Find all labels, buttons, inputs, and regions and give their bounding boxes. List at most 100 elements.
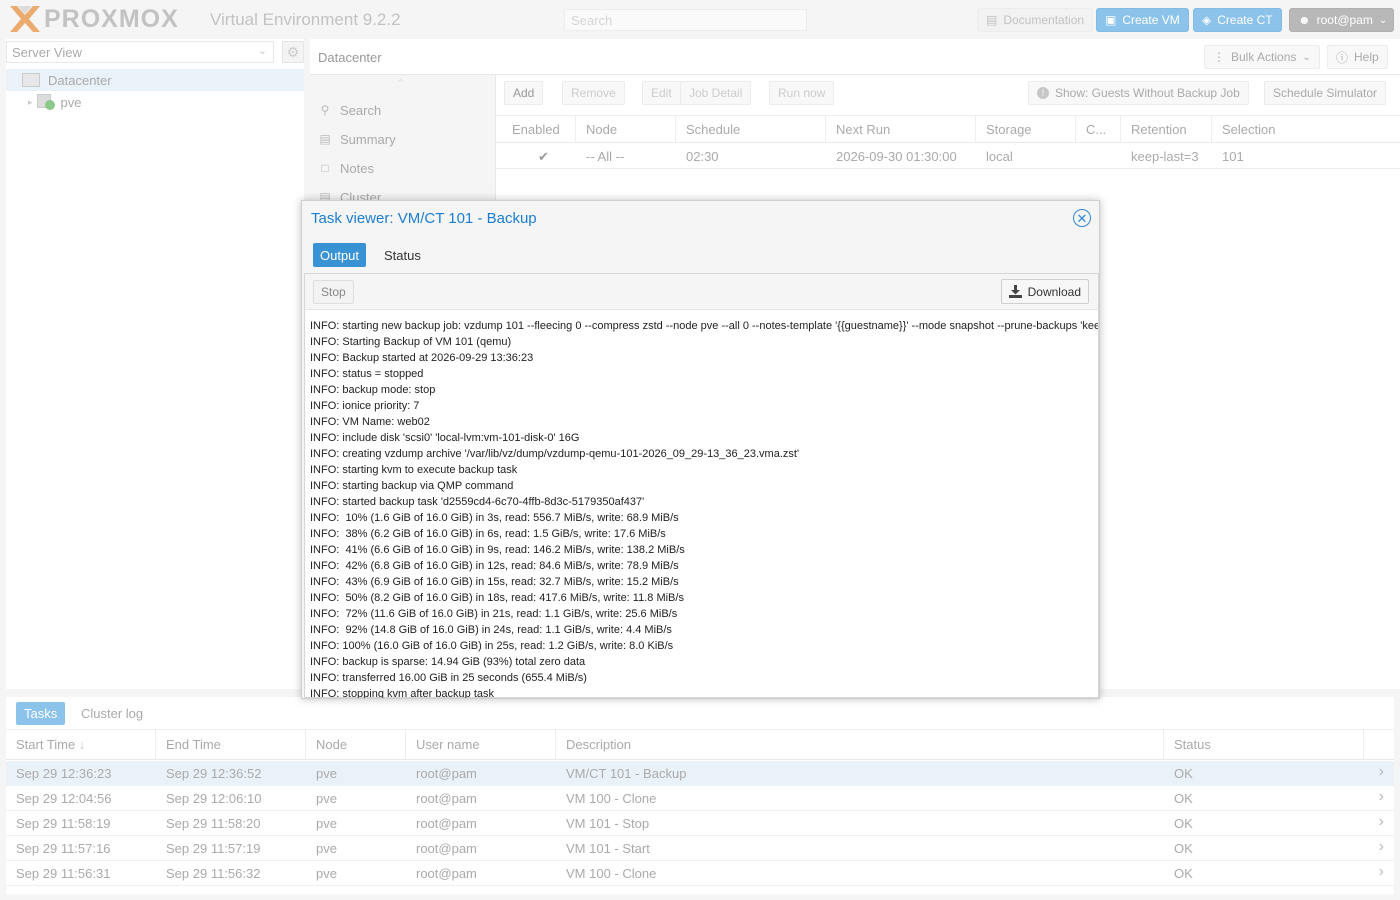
chevron-right-icon[interactable]: › [1379, 813, 1384, 831]
node-online-icon [36, 94, 55, 110]
log-line: INFO: backup is sparse: 14.94 GiB (93%) … [310, 656, 586, 668]
column-header[interactable]: Enabled [502, 116, 576, 143]
column-header[interactable]: Next Run [826, 116, 976, 143]
grid-header: Enabled Node Schedule Next Run Storage C… [496, 116, 1400, 143]
help-icon: ⓘ [1336, 50, 1349, 65]
log-line: INFO: backup mode: stop [310, 384, 436, 396]
table-row[interactable]: Sep 29 11:58:19 Sep 29 11:58:20 pve root… [6, 811, 1394, 836]
log-line: INFO: status = stopped [310, 368, 424, 380]
column-header[interactable]: Selection [1212, 116, 1400, 143]
tab-tasks[interactable]: Tasks [16, 702, 66, 725]
tab-cluster-log[interactable]: Cluster log [73, 702, 151, 725]
bottom-tab-bar: Tasks Cluster log [6, 697, 1394, 730]
column-header[interactable]: Status [1164, 730, 1364, 760]
log-line: INFO: started backup task 'd2559cd4-6c70… [310, 496, 645, 508]
search-icon: ⚲ [320, 103, 330, 117]
tab-status[interactable]: Status [377, 243, 428, 267]
job-detail-button[interactable]: Job Detail [680, 81, 752, 105]
log-line: INFO: Backup started at 2026-09-29 13:36… [310, 352, 534, 364]
view-selector[interactable]: Server View ⌄ [6, 41, 274, 63]
table-row[interactable]: Sep 29 12:04:56 Sep 29 12:06:10 pve root… [6, 786, 1394, 811]
log-line: INFO: include disk 'scsi0' 'local-lvm:vm… [310, 432, 580, 444]
proxmox-x-icon [10, 6, 40, 32]
backup-jobs-grid: Enabled Node Schedule Next Run Storage C… [496, 116, 1400, 169]
documentation-button[interactable]: ▤ Documentation [977, 8, 1094, 32]
log-line: INFO: 41% (6.6 GiB of 16.0 GiB) in 9s, r… [310, 544, 685, 556]
column-header[interactable]: Description [556, 730, 1164, 760]
proxmox-logo: PROXMOX [8, 4, 179, 34]
table-row[interactable]: Sep 29 11:57:16 Sep 29 11:57:19 pve root… [6, 836, 1394, 861]
edit-button[interactable]: Edit [642, 81, 681, 105]
column-header[interactable]: Retention [1121, 116, 1212, 143]
create-vm-button[interactable]: ▣ Create VM [1096, 8, 1189, 32]
log-line: INFO: 43% (6.9 GiB of 16.0 GiB) in 15s, … [310, 576, 679, 588]
check-icon: ✔ [538, 149, 549, 164]
bulk-actions-button[interactable]: ⋮ Bulk Actions ⌄ [1204, 45, 1320, 69]
nav-summary[interactable]: ▤ Summary [318, 128, 395, 150]
log-line: INFO: 92% (14.8 GiB of 16.0 GiB) in 24s,… [310, 624, 672, 636]
schedule-simulator-button[interactable]: Schedule Simulator [1264, 81, 1387, 105]
cell-schedule: 02:30 [686, 149, 719, 164]
cell-storage: local [986, 149, 1013, 164]
task-viewer-dialog: Task viewer: VM/CT 101 - Backup ✕ Output… [301, 200, 1100, 699]
remove-button[interactable]: Remove [562, 81, 625, 105]
log-line: INFO: 38% (6.2 GiB of 16.0 GiB) in 6s, r… [310, 528, 666, 540]
search-input[interactable]: Search [564, 9, 807, 31]
tasks-header: Start Time ↓ End Time Node User name Des… [6, 730, 1394, 760]
table-row[interactable]: ✔ -- All -- 02:30 2026-09-30 01:30:00 lo… [496, 143, 1400, 169]
stop-button[interactable]: Stop [313, 280, 354, 304]
column-header-start-time[interactable]: Start Time ↓ [6, 730, 156, 760]
chevron-down-icon: ⌄ [1378, 14, 1388, 26]
chevron-right-icon[interactable]: › [1379, 838, 1384, 856]
column-header[interactable]: Node [576, 116, 676, 143]
column-header[interactable]: C... [1076, 116, 1121, 143]
chevron-down-icon: ⌄ [1302, 51, 1311, 63]
book-icon: ▤ [986, 13, 998, 27]
log-line: INFO: transferred 16.00 GiB in 25 second… [310, 672, 587, 684]
scroll-up-icon[interactable]: ⌃ [396, 77, 405, 90]
column-header[interactable]: Storage [976, 116, 1076, 143]
nav-notes[interactable]: □ Notes [318, 157, 374, 179]
user-menu-button[interactable]: ☻ root@pam ⌄ [1289, 8, 1394, 32]
cell-selection: 101 [1222, 149, 1244, 164]
user-icon: ☻ [1298, 13, 1311, 27]
run-now-button[interactable]: Run now [769, 81, 835, 105]
log-line: INFO: 42% (6.8 GiB of 16.0 GiB) in 12s, … [310, 560, 679, 572]
logo-wordmark: PROXMOX [44, 4, 179, 33]
table-row[interactable]: Sep 29 11:56:31 Sep 29 11:56:32 pve root… [6, 861, 1394, 886]
version-label: Virtual Environment 9.2.2 [210, 10, 401, 29]
info-icon: ! [1037, 87, 1049, 99]
chevron-right-icon[interactable]: › [1379, 788, 1384, 806]
column-header[interactable]: User name [406, 730, 556, 760]
log-line: INFO: VM Name: web02 [310, 416, 430, 428]
tree-item-pve[interactable]: ▸ pve [6, 91, 304, 113]
log-line: INFO: 72% (11.6 GiB of 16.0 GiB) in 21s,… [310, 608, 678, 620]
column-header[interactable]: Node [306, 730, 406, 760]
column-header[interactable]: End Time [156, 730, 306, 760]
log-line: INFO: starting kvm to execute backup tas… [310, 464, 518, 476]
chevron-right-icon[interactable]: › [1379, 763, 1384, 781]
add-button[interactable]: Add [504, 81, 544, 105]
chevron-down-icon: ⌄ [257, 45, 267, 57]
help-button[interactable]: ⓘ Help [1327, 45, 1388, 69]
backup-toolbar: Add Remove Edit Job Detail Run now ! Sho… [496, 75, 1400, 116]
tab-output[interactable]: Output [313, 243, 367, 267]
cube-icon: ◈ [1202, 13, 1212, 27]
nav-search[interactable]: ⚲ Search [318, 99, 382, 121]
close-icon[interactable]: ✕ [1073, 209, 1091, 227]
task-log-output[interactable]: INFO: starting new backup job: vzdump 10… [305, 318, 1098, 698]
chevron-right-icon[interactable]: › [1379, 863, 1384, 881]
log-line: INFO: creating vzdump archive '/var/lib/… [310, 448, 800, 460]
gear-icon[interactable]: ⚙ [282, 41, 304, 63]
create-ct-button[interactable]: ◈ Create CT [1193, 8, 1282, 32]
log-line: INFO: starting new backup job: vzdump 10… [310, 320, 1098, 332]
column-header[interactable]: Schedule [676, 116, 826, 143]
cell-retention: keep-last=3 [1131, 149, 1199, 164]
tree-item-datacenter[interactable]: Datacenter [6, 69, 304, 91]
download-button[interactable]: Download [1000, 279, 1089, 304]
sort-desc-icon: ↓ [78, 737, 86, 752]
show-guests-button[interactable]: ! Show: Guests Without Backup Job [1028, 81, 1249, 105]
table-row[interactable]: Sep 29 12:36:23 Sep 29 12:36:52 pve root… [6, 761, 1394, 786]
tasks-panel: Tasks Cluster log Start Time ↓ End Time … [6, 697, 1394, 894]
log-line: INFO: ionice priority: 7 [310, 400, 420, 412]
